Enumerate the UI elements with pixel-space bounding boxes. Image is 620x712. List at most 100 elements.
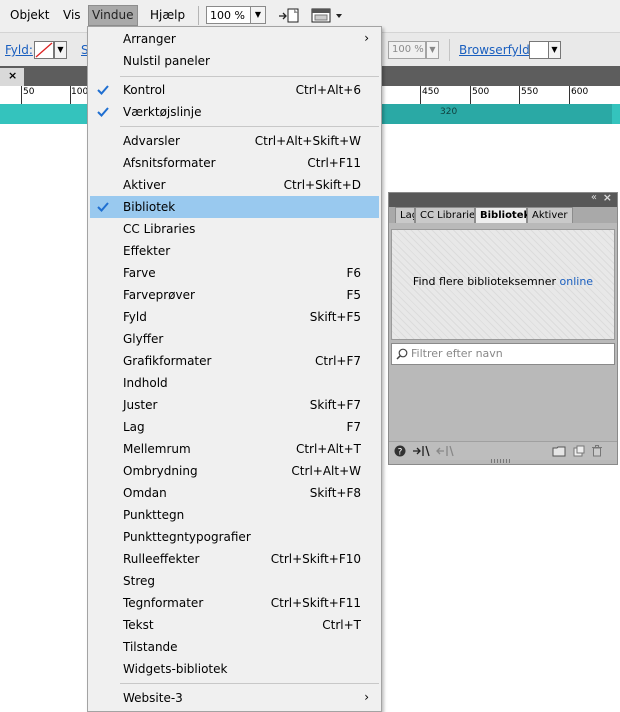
menu-item-arranger[interactable]: Arranger › xyxy=(90,28,379,50)
menu-item-label: Tilstande xyxy=(123,640,178,654)
ruler-label: 450 xyxy=(422,87,440,97)
menu-item-grafikformater[interactable]: Grafikformater Ctrl+F7 xyxy=(90,350,379,372)
browser-fill-swatch[interactable] xyxy=(529,41,549,59)
menu-item-shortcut: Skift+F5 xyxy=(309,310,361,324)
menu-vindue[interactable]: Vindue xyxy=(88,5,138,26)
menu-item-label: Kontrol xyxy=(123,83,166,97)
menu-item-punkttegntypografier[interactable]: Punkttegntypografier xyxy=(90,526,379,548)
opacity-field[interactable]: 100 % xyxy=(388,41,426,59)
checkmark-icon xyxy=(97,85,109,95)
panel-titlebar[interactable]: « × xyxy=(389,191,617,207)
opacity-dropdown-arrow[interactable]: ▼ xyxy=(426,41,439,59)
menu-item-widgets-bibliotek[interactable]: Widgets-bibliotek xyxy=(90,658,379,680)
menu-item-effekter[interactable]: Effekter xyxy=(90,240,379,262)
collapse-icon[interactable]: « xyxy=(591,192,597,203)
search-placeholder: Filtrer efter navn xyxy=(411,347,503,360)
menu-item-farveprover[interactable]: Farveprøver F5 xyxy=(90,284,379,306)
fill-dropdown-arrow[interactable]: ▼ xyxy=(54,41,67,59)
menu-item-kontrol[interactable]: Kontrol Ctrl+Alt+6 xyxy=(90,79,379,101)
menu-item-website-3[interactable]: Website-3 › xyxy=(90,687,379,709)
menu-item-punkttegn[interactable]: Punkttegn xyxy=(90,504,379,526)
vindue-menu: Arranger › Nulstil paneler Kontrol Ctrl+… xyxy=(87,26,382,712)
tab-cc-libraries[interactable]: CC Libraries xyxy=(415,207,475,223)
zoom-dropdown[interactable]: 100 % ▼ xyxy=(206,6,266,24)
trash-icon[interactable] xyxy=(591,445,603,457)
browser-fill-label[interactable]: Browserfyld: xyxy=(459,43,534,57)
menu-vis[interactable]: Vis xyxy=(60,6,84,25)
menu-item-aktiver[interactable]: Aktiver Ctrl+Skift+D xyxy=(90,174,379,196)
resize-grip[interactable] xyxy=(491,459,511,463)
menu-item-rulleeffekter[interactable]: Rulleeffekter Ctrl+Skift+F10 xyxy=(90,548,379,570)
menu-item-label: Omdan xyxy=(123,486,167,500)
menu-item-shortcut: Ctrl+Alt+T xyxy=(295,442,361,456)
ruler-tick xyxy=(470,86,471,104)
close-icon[interactable]: × xyxy=(603,191,612,204)
menu-item-vaerktojslinje[interactable]: Værktøjslinje xyxy=(90,101,379,123)
toolbar-divider xyxy=(198,6,199,25)
menu-item-label: Punkttegn xyxy=(123,508,185,522)
menu-item-shortcut: Ctrl+Skift+D xyxy=(283,178,361,192)
menu-item-shortcut: Ctrl+Skift+F10 xyxy=(270,552,361,566)
menu-separator xyxy=(120,76,379,77)
panel-footer: ? xyxy=(389,441,617,460)
close-icon[interactable]: × xyxy=(8,69,17,82)
menu-item-label: Rulleeffekter xyxy=(123,552,200,566)
menu-item-mellemrum[interactable]: Mellemrum Ctrl+Alt+T xyxy=(90,438,379,460)
ruler-label: 100 xyxy=(71,87,89,97)
new-item-icon[interactable] xyxy=(573,445,585,457)
menu-item-nulstil-paneler[interactable]: Nulstil paneler xyxy=(90,50,379,72)
menu-item-shortcut: Ctrl+Alt+Skift+W xyxy=(254,134,361,148)
online-link[interactable]: online xyxy=(560,275,594,288)
menu-item-indhold[interactable]: Indhold xyxy=(90,372,379,394)
frame-view-icon[interactable] xyxy=(311,7,345,24)
help-icon[interactable]: ? xyxy=(394,445,406,457)
preview-page-icon[interactable] xyxy=(277,7,301,24)
browser-fill-dropdown-arrow[interactable]: ▼ xyxy=(548,41,561,59)
tab-aktiver[interactable]: Aktiver xyxy=(527,207,573,223)
menu-separator xyxy=(120,683,379,684)
menu-item-ombrydning[interactable]: Ombrydning Ctrl+Alt+W xyxy=(90,460,379,482)
menu-item-afsnitsformater[interactable]: Afsnitsformater Ctrl+F11 xyxy=(90,152,379,174)
menu-item-label: Tekst xyxy=(123,618,154,632)
menu-item-farve[interactable]: Farve F6 xyxy=(90,262,379,284)
menu-item-tegnformater[interactable]: Tegnformater Ctrl+Skift+F11 xyxy=(90,592,379,614)
add-item-icon[interactable] xyxy=(436,445,454,457)
menu-separator xyxy=(120,126,379,127)
menu-item-advarsler[interactable]: Advarsler Ctrl+Alt+Skift+W xyxy=(90,130,379,152)
menu-item-fyld[interactable]: Fyld Skift+F5 xyxy=(90,306,379,328)
menu-item-label: Website-3 xyxy=(123,691,183,705)
place-item-icon[interactable] xyxy=(412,445,430,457)
ruler-label: 550 xyxy=(521,87,539,97)
menu-objekt[interactable]: Objekt xyxy=(7,6,52,25)
ruler-label: 600 xyxy=(571,87,589,97)
tab-lag[interactable]: Lag xyxy=(395,207,415,223)
menu-item-label: Advarsler xyxy=(123,134,180,148)
library-search-field[interactable]: Filtrer efter navn xyxy=(391,343,615,365)
fill-label[interactable]: Fyld: xyxy=(5,43,33,57)
menu-item-juster[interactable]: Juster Skift+F7 xyxy=(90,394,379,416)
menu-item-streg[interactable]: Streg xyxy=(90,570,379,592)
menu-item-lag[interactable]: Lag F7 xyxy=(90,416,379,438)
menu-item-label: Streg xyxy=(123,574,155,588)
menu-item-omdan[interactable]: Omdan Skift+F8 xyxy=(90,482,379,504)
menu-item-bibliotek[interactable]: Bibliotek xyxy=(90,196,379,218)
menu-item-label: Afsnitsformater xyxy=(123,156,216,170)
menu-item-cc-libraries[interactable]: CC Libraries xyxy=(90,218,379,240)
breakpoint-bar-selected[interactable]: 320 xyxy=(382,104,612,124)
menu-item-tekst[interactable]: Tekst Ctrl+T xyxy=(90,614,379,636)
menu-item-shortcut: Ctrl+F7 xyxy=(315,354,361,368)
menu-hjaelp[interactable]: Hjælp xyxy=(147,6,188,25)
fill-swatch[interactable] xyxy=(34,41,54,59)
library-panel: « × Lag CC Libraries Bibliotek Aktiver F… xyxy=(388,191,618,465)
document-tab[interactable]: × xyxy=(0,68,24,86)
folder-icon[interactable] xyxy=(552,445,566,457)
chevron-down-icon[interactable]: ▼ xyxy=(250,7,265,23)
toolbar-divider xyxy=(449,39,450,61)
zoom-value: 100 % xyxy=(210,9,245,22)
tab-bibliotek[interactable]: Bibliotek xyxy=(475,207,530,223)
menu-item-shortcut: Ctrl+Skift+F11 xyxy=(270,596,361,610)
menu-item-label: Juster xyxy=(123,398,158,412)
menu-item-glyffer[interactable]: Glyffer xyxy=(90,328,379,350)
menu-item-tilstande[interactable]: Tilstande xyxy=(90,636,379,658)
opacity-value: 100 % xyxy=(392,44,424,55)
